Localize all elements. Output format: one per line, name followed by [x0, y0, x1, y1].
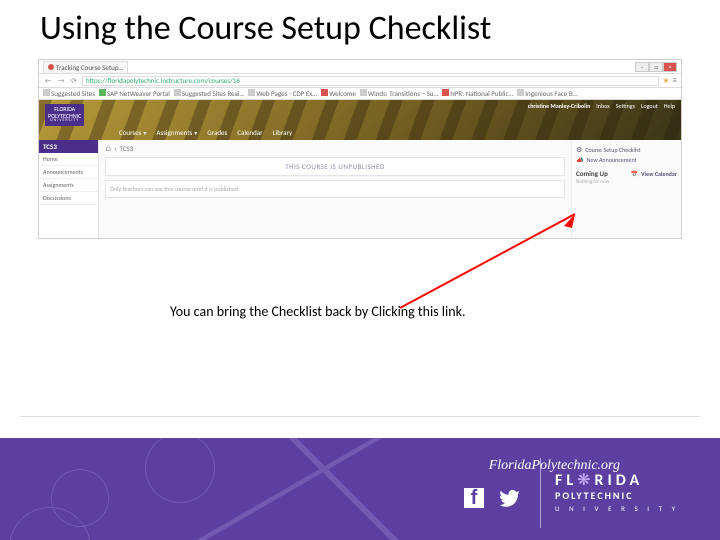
bookmark-item[interactable]: SAP NetWeaver Portal — [99, 89, 170, 98]
help-link[interactable]: Help — [664, 102, 675, 110]
window-minimize-button[interactable]: – — [635, 62, 649, 72]
course-setup-checklist-link[interactable]: ⚙ Course Setup Checklist — [576, 144, 677, 155]
facebook-icon[interactable]: f — [464, 488, 484, 508]
breadcrumb-item[interactable]: TCS3 — [120, 144, 134, 153]
coming-up-heading: Coming Up — [576, 169, 608, 179]
unpublished-banner: THIS COURSE IS UNPUBLISHED — [110, 162, 560, 171]
nav-courses[interactable]: Courses▾ — [119, 128, 146, 137]
sidenav-announcements[interactable]: Announcements — [39, 166, 98, 179]
forward-icon[interactable]: → — [56, 76, 66, 86]
window-close-button[interactable]: × — [663, 62, 677, 72]
favicon-icon — [48, 64, 54, 70]
bookmark-star-icon[interactable]: ★ — [662, 76, 669, 86]
logout-link[interactable]: Logout — [641, 102, 658, 110]
chevron-down-icon: ▾ — [143, 129, 146, 137]
home-icon[interactable]: ⌂ — [105, 144, 111, 153]
bookmark-item[interactable]: Winds: Transitions – Su… — [360, 89, 438, 98]
settings-link[interactable]: Settings — [616, 102, 635, 110]
calendar-icon: 📅 — [631, 170, 638, 178]
twitter-icon[interactable] — [498, 488, 520, 516]
reload-icon[interactable]: ⟳ — [69, 76, 79, 86]
slide-title: Using the Course Setup Checklist — [40, 8, 720, 49]
sidenav-assignments[interactable]: Assignments — [39, 179, 98, 192]
slide-footer: FloridaPolytechnic.org f FL❋RIDA POLYTEC… — [0, 438, 720, 540]
nothing-text: Nothing for now — [576, 179, 677, 185]
bookmark-item[interactable]: Web Pages - CDP Ex… — [248, 89, 317, 98]
nav-assignments[interactable]: Assignments▾ — [156, 128, 197, 137]
footer-logo: FL❋RIDA POLYTECHNIC U N I V E R S I T Y — [540, 458, 700, 528]
nav-calendar[interactable]: Calendar — [237, 128, 262, 137]
sidenav-home[interactable]: Home — [39, 153, 98, 166]
annotation-text: You can bring the Checklist back by Clic… — [170, 304, 510, 321]
sidenav-header: TCS3 — [39, 140, 98, 153]
bookmark-item[interactable]: NPR: National Public… — [442, 89, 513, 98]
bookmark-item[interactable]: Welcome — [321, 89, 356, 98]
sidenav-discussions[interactable]: Discussions — [39, 192, 98, 205]
address-bar[interactable]: https://floridapolytechnic.instructure.c… — [82, 76, 659, 86]
bookmarks-bar: Suggested Sites SAP NetWeaver Portal Sug… — [39, 88, 681, 100]
tab-title: Tracking Course Setup… — [56, 63, 123, 72]
embedded-screenshot: Tracking Course Setup… – □ × ← → ⟳ https… — [38, 59, 682, 239]
nav-grades[interactable]: Grades — [207, 128, 227, 137]
window-maximize-button[interactable]: □ — [649, 62, 663, 72]
view-calendar-link[interactable]: 📅 View Calendar — [631, 169, 678, 179]
browser-menu-icon[interactable]: ≡ — [673, 75, 677, 86]
unpublished-note: Only teachers can see this course until … — [110, 185, 560, 193]
bookmark-item[interactable]: Ingenious Face B… — [517, 89, 577, 98]
institution-logo[interactable]: FLORIDA POLYTECHNIC UNIVERSITY — [45, 104, 84, 126]
breadcrumb: ⌂ › TCS3 — [105, 144, 565, 153]
back-icon[interactable]: ← — [43, 76, 53, 86]
url-text: https://floridapolytechnic.instructure.c… — [86, 76, 240, 85]
chevron-down-icon: ▾ — [194, 129, 197, 137]
inbox-link[interactable]: Inbox — [596, 102, 609, 110]
browser-tab[interactable]: Tracking Course Setup… — [43, 61, 128, 73]
lms-header: FLORIDA POLYTECHNIC UNIVERSITY christine… — [39, 100, 681, 140]
gear-icon: ⚙ — [576, 145, 582, 154]
bookmark-item[interactable]: Suggested Sites Real… — [174, 89, 245, 98]
horizontal-divider — [20, 416, 700, 417]
new-announcement-link[interactable]: 📣 New Announcement — [576, 155, 677, 165]
megaphone-icon: 📣 — [576, 156, 583, 164]
bookmark-item[interactable]: Suggested Sites — [43, 89, 95, 98]
course-sidenav: TCS3 Home Announcements Assignments Disc… — [39, 140, 99, 238]
nav-library[interactable]: Library — [273, 128, 293, 137]
user-name[interactable]: christine Manley-Cribolin — [528, 102, 591, 110]
